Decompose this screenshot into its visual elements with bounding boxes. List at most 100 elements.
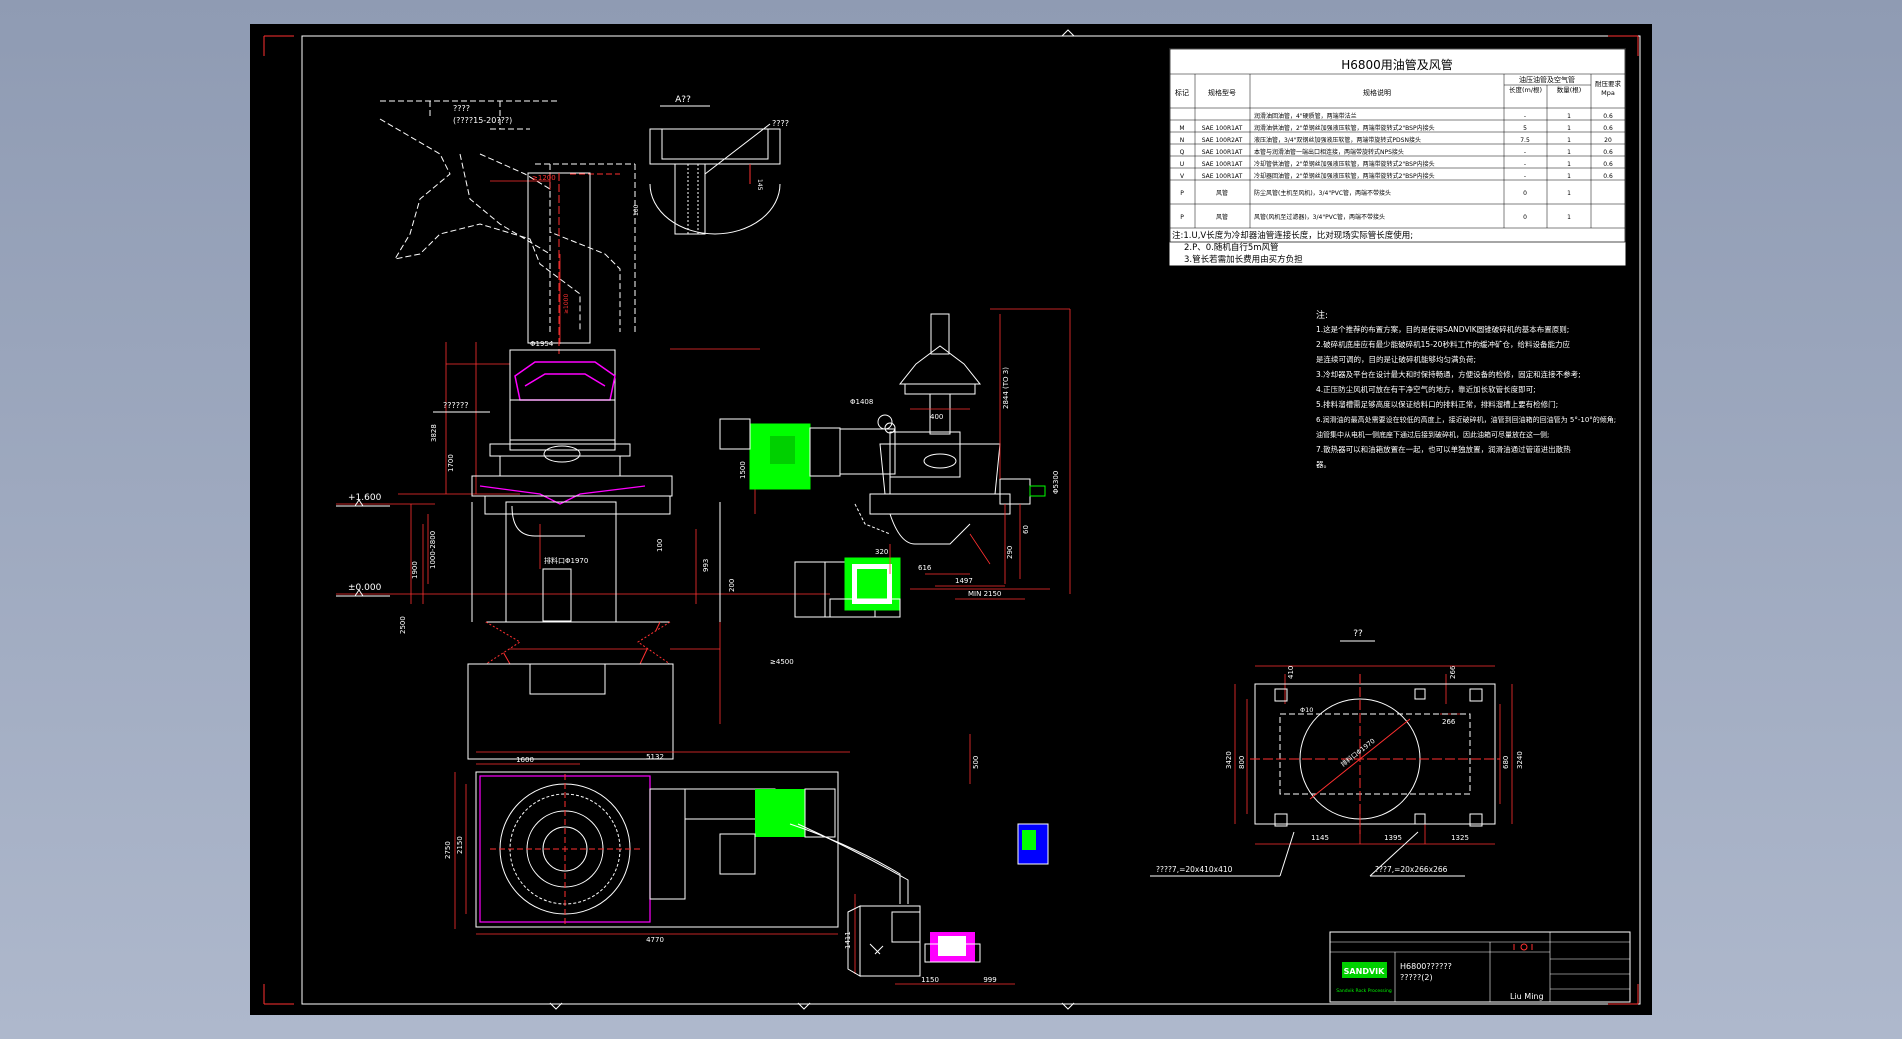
dim-1150: 1150: [921, 976, 939, 984]
table-cell-spec: SAE 100R1AT: [1202, 125, 1243, 132]
dim-1000: ≥1000: [563, 294, 570, 314]
table-cell-len: -: [1524, 149, 1526, 156]
table-note-1: 注:1.U,V长度为冷却器油管连接长度，比对现场实际管长度使用;: [1172, 230, 1413, 241]
table-cell-len: -: [1524, 113, 1526, 120]
table-title: H6800用油管及风管: [1341, 57, 1453, 72]
table-cell-mpa: 20: [1604, 137, 1612, 144]
section-note: ????: [772, 119, 789, 128]
dim-1411: 1411: [844, 931, 852, 949]
dim-2150: 2150: [456, 836, 464, 854]
table-cell-desc: 液压油管，3/4"双钢丝加强液压软管，两端带旋转式PDSN接头: [1254, 136, 1421, 144]
dim-800: 800: [1238, 756, 1246, 769]
section-a-view: A?? ???? 145 100: [633, 95, 789, 235]
notes-title: 注:: [1316, 309, 1328, 321]
top-note-2: (????15-20???): [453, 116, 512, 125]
note-line: 1.这是个推荐的布置方案，目的是使得SANDVIK圆锥破碎机的基本布置原则;: [1316, 324, 1569, 334]
note-line: 3.冷却器及平台在设计最大和时保持畅通，方便设备的检修，固定和连接不参考;: [1316, 369, 1581, 379]
col-spec: 规格型号: [1208, 88, 1236, 97]
drawing-subtitle: ?????(2): [1400, 973, 1433, 982]
note-line: 器。: [1316, 460, 1331, 469]
feed-chute-view: [379, 100, 636, 332]
col-mark: 标记: [1175, 88, 1189, 97]
brand-tagline: Sandvik Rock Processing: [1336, 988, 1392, 994]
dim-100: 100: [633, 204, 640, 216]
designer-name: Liu Ming: [1510, 992, 1544, 1001]
dim-1700: 1700: [447, 454, 455, 472]
title-block: SANDVIK Sandvik Rock Processing H6800???…: [1329, 931, 1631, 1003]
col-qty: 数量(根): [1556, 86, 1582, 94]
dim-320: 320: [875, 548, 888, 556]
dim-200: 200: [728, 579, 736, 592]
drawing-sheet: H6800用油管及风管 标记 规格型号 规格说明 油压油管及空气管 长度(m/根…: [250, 24, 1652, 1015]
dim-60: 60: [1022, 525, 1030, 534]
dim-1970: 排料口Φ1970: [544, 556, 588, 565]
table-cell-spec: SAE 100R1AT: [1202, 173, 1243, 180]
table-cell-qty: 1: [1567, 214, 1571, 221]
table-cell-spec: 风管: [1216, 189, 1228, 197]
dim-1325: 1325: [1451, 834, 1469, 842]
table-cell-qty: 1: [1567, 137, 1571, 144]
col-group: 油压油管及空气管: [1519, 75, 1575, 84]
table-cell-desc: 冷却管供油管，2"单钢丝加强液压软管，两端带旋转式2"BSP内接头: [1254, 160, 1435, 168]
dim-410: 410: [1287, 666, 1295, 679]
elev-zero: ±0.000: [348, 583, 382, 593]
table-cell-desc: 风管(风机至过滤器)，3/4"PVC管，两端不带接头: [1254, 213, 1385, 221]
dim-1408: Φ1408: [850, 398, 873, 406]
table-cell-spec: SAE 100R2AT: [1202, 137, 1243, 144]
table-cell-len: -: [1524, 173, 1526, 180]
note-line: 7.散热器可以和油箱放置在一起，也可以单独放置，润滑油通过管道进出散热: [1316, 444, 1571, 454]
foundation-plan: ?? 排料口Φ1970 Φ10 410 266 266 3420 800 680…: [1150, 629, 1524, 877]
dim-3420: 3420: [1225, 751, 1233, 769]
brand-name: SANDVIK: [1344, 967, 1385, 976]
dim-680: 680: [1502, 756, 1510, 769]
table-cell-qty: 1: [1567, 149, 1571, 156]
dim-1600: 1600: [516, 756, 534, 764]
foundation-note-1: ????7,=20x410x410: [1156, 865, 1233, 874]
top-note-1: ????: [453, 104, 470, 113]
table-cell-spec: 风管: [1216, 213, 1228, 221]
table-cell-mark: P: [1180, 190, 1184, 197]
dim-1145: 1145: [1311, 834, 1329, 842]
dim-4500: ≥4500: [770, 658, 794, 666]
col-pressure: 耐压要求Mpa: [1595, 80, 1621, 97]
table-cell-len: 0: [1523, 214, 1527, 221]
drawing-number: H6800??????: [1400, 962, 1452, 971]
dim-266b: 266: [1442, 718, 1456, 726]
table-cell-qty: 1: [1567, 113, 1571, 120]
main-elevation: +1.600 ±0.000 ≥1200 ≥1000 Φ1954 排料口Φ1970…: [336, 172, 961, 760]
table-cell-desc: 冷却器回油管，2"单钢丝加强液压软管，两端带旋转式2"BSP内接头: [1254, 172, 1435, 180]
table-cell-mpa: 0.6: [1603, 161, 1613, 168]
note-line: 2.破碎机底座应有最少能破碎机15-20秒料工作的缓冲矿仓，给料设备能力应: [1316, 339, 1570, 349]
dim-500: 500: [972, 756, 980, 769]
dim-2750: 2750: [444, 841, 452, 859]
table-cell-spec: SAE 100R1AT: [1202, 161, 1243, 168]
cad-drawing: H6800用油管及风管 标记 规格型号 规格说明 油压油管及空气管 长度(m/根…: [263, 29, 1641, 1010]
dim-3828: 3828: [430, 424, 438, 442]
note-line: 6.润滑油的最高处需要设在较低的高度上，接近破碎机，油管到回油箱的回油管为 5°…: [1316, 415, 1616, 424]
table-cell-mark: M: [1179, 125, 1184, 132]
dim-400: 400: [930, 413, 943, 421]
plan-label: ??: [1353, 629, 1363, 639]
dim-1500: 1500: [739, 461, 747, 479]
table-cell-qty: 1: [1567, 190, 1571, 197]
note-line: 油管集中从电机一侧底座下通过后接到破碎机，因此油箱可尽量放在这一侧;: [1316, 430, 1549, 439]
plan-motor: [755, 789, 805, 837]
dim-1900: 1900: [411, 561, 419, 579]
dim-1497: 1497: [955, 577, 973, 585]
table-cell-qty: 1: [1567, 161, 1571, 168]
note-line: 5.排料溜槽需足够高度以保证给料口的排料正常，排料溜槽上要有检修门;: [1316, 399, 1558, 409]
dim-100b: 100: [656, 539, 664, 552]
hopper-label: ??????: [443, 401, 468, 410]
plan-view: 5132 1600 2750 2150 4770 500 1411 1150 9…: [444, 734, 1049, 985]
dim-266: 266: [1449, 665, 1457, 679]
dim-999: 999: [983, 976, 996, 984]
table-note-3: 3.管长若需加长费用由买方负担: [1184, 254, 1303, 265]
table-cell-qty: 1: [1567, 125, 1571, 132]
section-label: A??: [675, 95, 691, 105]
dim-2844: 2844 (TO 3): [1002, 367, 1010, 409]
dim-1000-2800: 1000-2800: [429, 531, 437, 569]
table-cell-mark: N: [1180, 137, 1185, 144]
table-cell-desc: 防尘风管(主机至风机)，3/4"PVC管，两端不带接头: [1254, 189, 1391, 197]
note-line: 4.正压防尘风机可放在有干净空气的地方，靠近加长软管长度即可;: [1316, 384, 1536, 394]
dim-plan-1970: 排料口Φ1970: [1339, 736, 1377, 768]
